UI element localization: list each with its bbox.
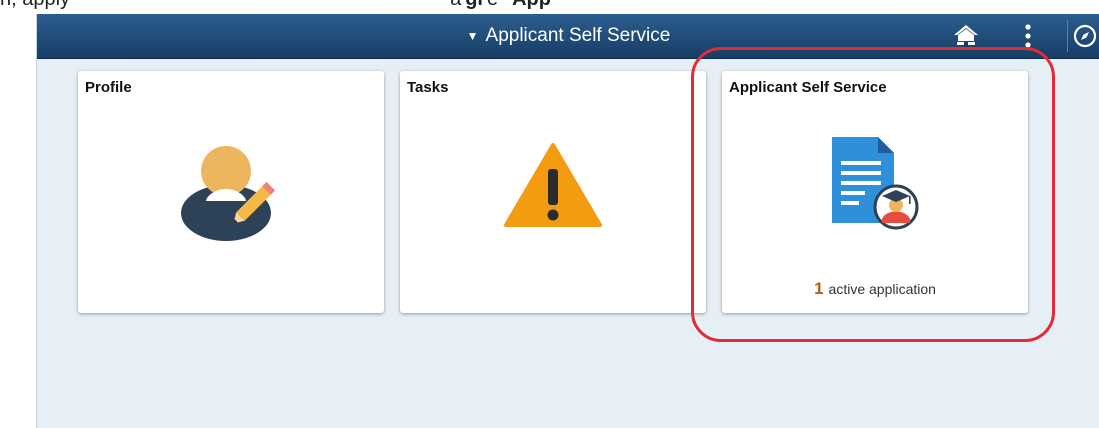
profile-edit-icon	[181, 146, 276, 241]
tile-applicant-self-service[interactable]: Applicant Self Service 1 active applicati…	[722, 71, 1028, 313]
caret-down-icon: ▼	[466, 29, 479, 43]
caption-strip: n, applyagieApp	[0, 0, 1099, 14]
caption-text: n, applyagieApp	[0, 0, 551, 11]
navbar: ▼ Applicant Self Service	[37, 14, 1099, 59]
fluid-homepage: ▼ Applicant Self Service Profile Tasks A…	[36, 14, 1099, 428]
count-value: 1	[814, 279, 824, 298]
tile-title: Tasks	[407, 79, 449, 96]
count-label: active application	[828, 281, 936, 297]
navbar-title: Applicant Self Service	[485, 25, 671, 46]
compass-icon[interactable]	[1070, 20, 1099, 52]
application-document-icon	[832, 137, 919, 230]
tile-title: Applicant Self Service	[729, 79, 887, 96]
more-vertical-icon[interactable]	[1012, 20, 1044, 52]
tile-title: Profile	[85, 79, 132, 96]
home-icon[interactable]	[950, 20, 982, 52]
navbar-divider	[1067, 20, 1068, 52]
tile-tasks[interactable]: Tasks	[400, 71, 706, 313]
tile-profile[interactable]: Profile	[78, 71, 384, 313]
active-application-count: 1 active application	[722, 279, 1028, 299]
homepage-selector[interactable]: ▼ Applicant Self Service	[37, 14, 1099, 58]
warning-icon	[504, 143, 602, 227]
